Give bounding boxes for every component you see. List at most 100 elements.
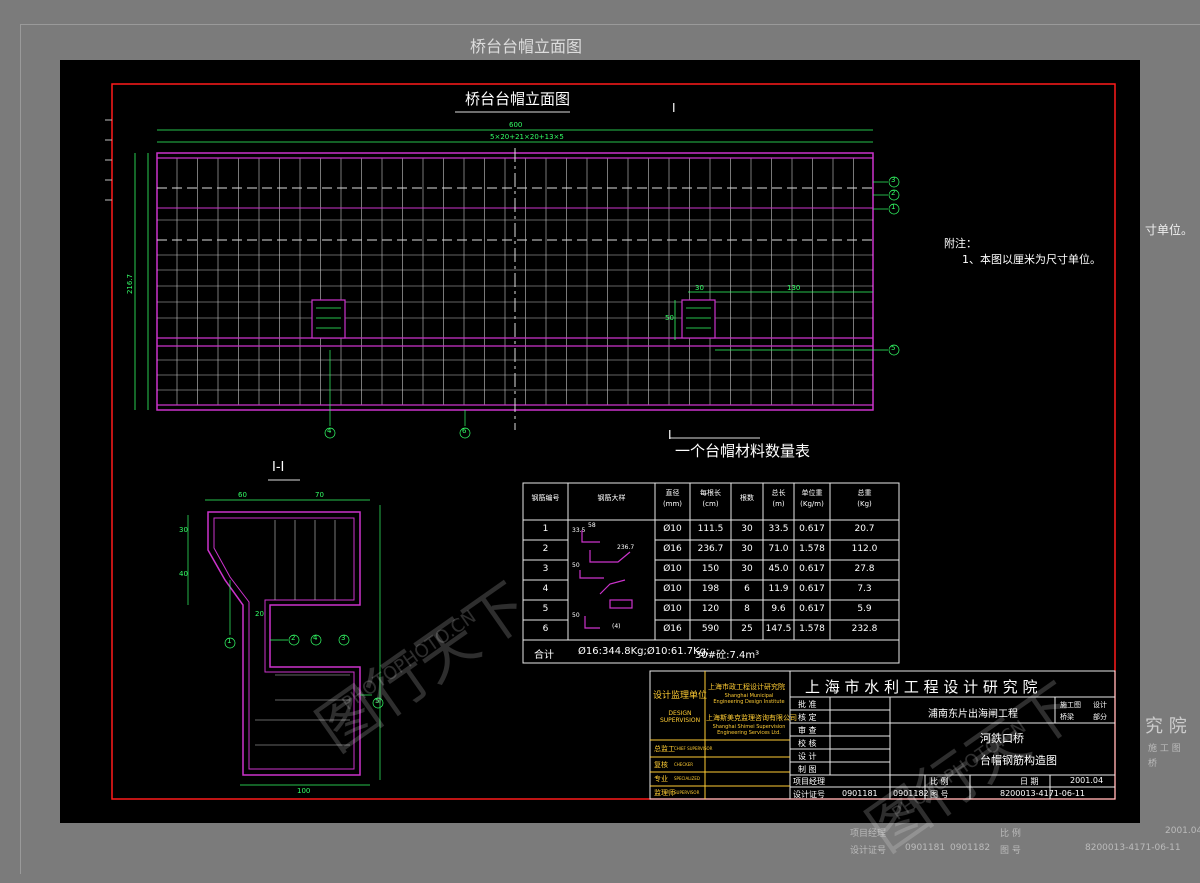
- tb-role-label: 审 查: [798, 726, 817, 735]
- section-dim-40: 40: [179, 570, 188, 578]
- section-dim-70: 70: [315, 491, 324, 499]
- tb-role-label: 校 核: [798, 739, 817, 748]
- section-dim-30: 30: [179, 526, 188, 534]
- tb-role-label: 核 定: [798, 713, 817, 722]
- table-title: 一个台帽材料数量表: [675, 442, 811, 460]
- table-cell: 0.617: [799, 524, 825, 534]
- bg-bottom-row1b: 比 例: [1000, 829, 1021, 839]
- elevation-view: [134, 111, 900, 439]
- table-cell: 112.0: [851, 544, 878, 554]
- table-cell: 71.0: [768, 544, 789, 554]
- table-header-cell: 直径 (mm): [662, 489, 683, 508]
- rebar-sketches: [579, 530, 633, 629]
- tb-drawno: 8200013-4171-06-11: [1000, 789, 1086, 798]
- dim-total: 600: [509, 121, 523, 129]
- table-cell: 30: [741, 544, 753, 554]
- section-dim-100: 100: [297, 787, 311, 795]
- table-cell: 9.6: [771, 604, 786, 614]
- table-cell: 0.617: [799, 564, 825, 574]
- tb-review-val-2: CHECKER: [674, 762, 694, 767]
- table-cell: 236.7: [697, 544, 724, 554]
- table-header-cell: 单位重 (Kg/m): [800, 489, 824, 508]
- tb-org2-cn: 上海斯美克监理咨询有限公司: [706, 714, 797, 722]
- bg-frame-line-left: [20, 24, 21, 874]
- tb-review-val-1: CHIEF SUPERVISOR: [674, 746, 713, 751]
- section-callout-2: 2: [291, 634, 296, 642]
- table-cell: 45.0: [768, 564, 789, 574]
- tb-supervision-cn: 设计监理单位: [653, 691, 708, 701]
- table-cell: 590: [701, 624, 720, 634]
- table-cell: 0.617: [799, 584, 825, 594]
- table-cell: Ø10: [663, 584, 682, 594]
- tb-role-label: 批 准: [798, 700, 817, 709]
- dim-right-50: 50: [665, 314, 674, 322]
- bg-corner-c: 桥: [1148, 759, 1158, 769]
- table-cell: 20.7: [854, 524, 875, 534]
- table-cell: 120: [701, 604, 720, 614]
- table-header-cell: 钢筋编号: [531, 494, 560, 502]
- bg-bottom-row2c: 0901182: [950, 843, 991, 853]
- tb-pm: 项目经理: [793, 777, 825, 786]
- table-cell: 27.8: [854, 564, 875, 574]
- section-callout-1: 1: [227, 637, 232, 645]
- table-header-cell: 根数: [740, 494, 754, 502]
- section-title: I-I: [272, 460, 285, 475]
- table-header-cell: 钢筋大样: [597, 494, 626, 502]
- table-cell: 11.9: [768, 584, 789, 594]
- table-total-value: Ø16:344.8Kg;Ø10:61.7Kg;: [578, 646, 710, 657]
- callout-4: 4: [327, 427, 332, 435]
- table-cell: 3: [542, 564, 549, 574]
- table-cell: 2: [542, 544, 549, 554]
- bg-title: 桥台台帽立面图: [470, 37, 583, 56]
- table-cell: 1.578: [799, 544, 825, 554]
- table-cell: 147.5: [765, 624, 792, 634]
- bg-corner-a: 施 工 图: [1148, 744, 1181, 754]
- notes-heading: 附注：: [944, 237, 977, 250]
- bg-frame-line: [20, 24, 1200, 25]
- section-dim-60: 60: [238, 491, 247, 499]
- callout-5: 5: [891, 344, 896, 352]
- section-mark-top: I: [672, 101, 676, 115]
- table-concrete: 30#砼:7.4m³: [695, 650, 760, 661]
- table-cell: Ø10: [663, 524, 682, 534]
- elevation-title: 桥台台帽立面图: [465, 90, 571, 108]
- tb-org1-en: Shanghai Municipal Engineering Design In…: [713, 693, 785, 705]
- table-cell: 150: [701, 564, 720, 574]
- binding-marks: [105, 119, 112, 201]
- table-cell: 1: [542, 524, 549, 534]
- tb-role-label: 设 计: [798, 752, 817, 761]
- table-cell: 6: [744, 584, 750, 594]
- section-callout-3: 3: [341, 634, 346, 642]
- table-cell: 8: [744, 604, 750, 614]
- table-cell: Ø16: [663, 624, 682, 634]
- table-cell: 25: [741, 624, 753, 634]
- tb-review-1: 总监工: [654, 745, 675, 753]
- table-cell: 198: [701, 584, 720, 594]
- table-cell: 232.8: [851, 624, 878, 634]
- tb-supervision-en: DESIGN SUPERVISION: [659, 710, 701, 724]
- dim-spacing: 5×20+21×20+13×5: [490, 133, 564, 141]
- tb-cert-label: 设计证号: [793, 790, 825, 799]
- tb-stage-b: 设计: [1093, 701, 1107, 709]
- table-total-label: 合计: [534, 650, 554, 661]
- tb-org1-cn: 上海市政工程设计研究院: [708, 683, 785, 691]
- bg-right-fragment: 寸单位。: [1145, 223, 1194, 237]
- bg-bottom-row2d: 图 号: [1000, 846, 1021, 856]
- table-header-cell: 总重 (Kg): [857, 489, 872, 508]
- tb-review-val-3: SPECIALIZED: [674, 776, 700, 781]
- table-cell: 1.578: [799, 624, 825, 634]
- callout-1: 1: [891, 203, 896, 211]
- tb-date: 2001.04: [1070, 776, 1104, 785]
- dim-height: 216.7: [126, 273, 135, 295]
- tb-part-b: 部分: [1093, 713, 1107, 721]
- tb-review-val-4: SUPERVISOR: [674, 790, 700, 795]
- section-callout-4: 4: [313, 634, 318, 642]
- bg-bottom-row2e: 8200013-4171-06-11: [1085, 843, 1181, 853]
- table-cell: 0.617: [799, 604, 825, 614]
- tb-org2-en: Shanghai Shimei Supervision Engineering …: [712, 724, 786, 736]
- notes-line1: 1、本图以厘米为尺寸单位。: [962, 253, 1101, 266]
- table-cell: 5.9: [857, 604, 872, 614]
- table-cell: 7.3: [857, 584, 872, 594]
- table-cell: Ø10: [663, 604, 682, 614]
- callout-3: 3: [891, 176, 896, 184]
